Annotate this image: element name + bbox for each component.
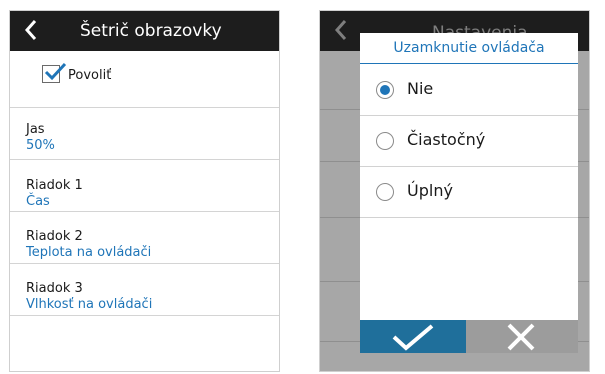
radio-button[interactable] [376, 132, 394, 150]
enable-row[interactable]: Povoliť [10, 51, 279, 108]
list-item-value: 50% [26, 138, 55, 153]
list-item-value: Vlhkosť na ovládači [26, 297, 153, 312]
option-label: Úplný [407, 181, 453, 200]
screensaver-screen: Šetrič obrazovky Povoliť Jas 50% Riadok … [9, 10, 280, 372]
list-item-label: Riadok 3 [26, 281, 83, 296]
list-item-label: Riadok 1 [26, 178, 83, 193]
list-item-brightness[interactable]: Jas 50% [10, 108, 279, 160]
enable-label: Povoliť [68, 68, 112, 83]
option-label: Čiastočný [407, 130, 486, 149]
back-chevron-icon [24, 20, 37, 40]
header-bar: Šetrič obrazovky [10, 11, 279, 51]
list-item-value: Teplota na ovládači [26, 245, 152, 260]
cancel-button[interactable] [466, 320, 578, 353]
option-label: Nie [407, 79, 434, 98]
list-item-line2[interactable]: Riadok 2 Teplota na ovládači [10, 212, 279, 264]
list-item-value: Čas [26, 194, 50, 209]
back-button[interactable] [334, 18, 348, 46]
dialog-title: Uzamknutie ovládača [360, 33, 578, 64]
option-none[interactable]: Nie [360, 65, 578, 116]
checkmark-icon [392, 324, 434, 351]
controller-lock-dialog: Uzamknutie ovládača Nie Čiastočný Úplný [360, 33, 578, 353]
close-icon [507, 323, 535, 351]
checkmark-icon [44, 62, 67, 81]
settings-screen: Nastavenia Uzamknutie ovládača Nie Čiast… [319, 10, 590, 372]
radio-button[interactable] [376, 81, 394, 99]
enable-checkbox[interactable] [42, 62, 67, 83]
page-title: Šetrič obrazovky [80, 21, 222, 41]
back-chevron-icon [334, 20, 347, 40]
confirm-button[interactable] [360, 320, 466, 353]
list-item-line1[interactable]: Riadok 1 Čas [10, 160, 279, 212]
radio-button[interactable] [376, 183, 394, 201]
list-item-label: Jas [26, 122, 45, 137]
option-partial[interactable]: Čiastočný [360, 116, 578, 167]
back-button[interactable] [24, 18, 38, 46]
radio-selected-dot [380, 85, 390, 95]
list-item-label: Riadok 2 [26, 229, 83, 244]
list-item-line3[interactable]: Riadok 3 Vlhkosť na ovládači [10, 264, 279, 316]
option-full[interactable]: Úplný [360, 167, 578, 218]
